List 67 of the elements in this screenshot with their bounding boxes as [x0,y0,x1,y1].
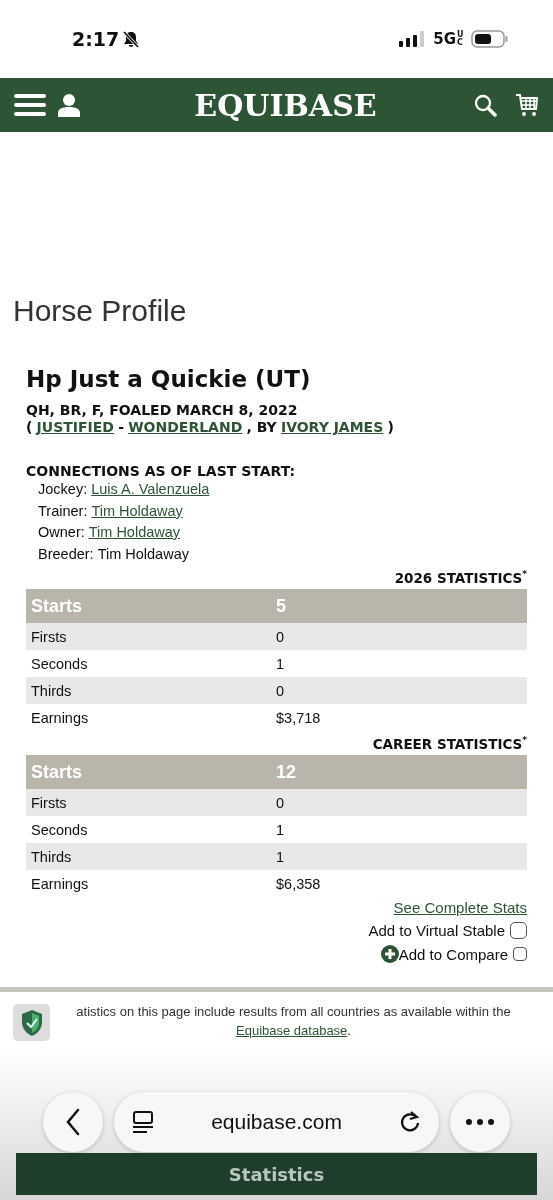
table-cell-text: 1 [275,821,286,838]
pedigree-link[interactable]: WONDERLAND [128,419,243,435]
address-bar[interactable]: equibase.com [114,1092,439,1152]
plus-icon [380,945,399,963]
header-cell-text: 5 [275,595,287,617]
table-cell-text: Earnings [30,709,90,726]
connection-value: Tim Holdaway [97,544,189,564]
connections-heading: CONNECTIONS AS OF LAST START: [26,463,297,479]
table-cell-text: 0 [275,794,286,811]
pedigree-text: ) [387,419,394,435]
table-cell-text: Seconds [30,821,89,838]
pedigree-text: , BY [246,419,277,435]
reload-icon[interactable] [399,1110,421,1134]
table-cell-text: 1 [275,848,286,865]
table-cell-text: Thirds [30,848,73,865]
connection-link[interactable]: Luis A. Valenzuela [91,479,210,501]
user-icon[interactable] [58,93,80,117]
header-cell-text: Starts [30,761,84,783]
table-cell-text: Firsts [30,628,68,645]
footnote-text: atistics on this page include results from all countries as available within the Equibase database. [76,1004,511,1038]
table-cell-text: Thirds [30,682,73,699]
horse-summary: QH, BR, F, FOALED MARCH 8, 2022 [26,402,299,418]
header-cell-text: 12 [275,761,298,783]
horse-name: Hp Just a Quickie (UT) [26,366,312,392]
connection-label: Trainer: [38,501,88,521]
page-title: Horse Profile [13,294,188,328]
pedigree-text: ( [26,419,33,435]
url-text: equibase.com [210,1110,343,1134]
pedigree-text: - [118,419,124,435]
statistics-heading: 2026 STATISTICS$^{*}$ [393,569,527,588]
connection-link[interactable]: Tim Holdaway [91,500,183,522]
table-cell-text: 0 [275,682,286,699]
statistics-button[interactable]: Statistics [16,1153,537,1195]
more-button[interactable] [450,1092,510,1152]
connection-link[interactable]: Tim Holdaway [88,522,181,544]
checkbox-label: Add to Virtual Stable [368,922,505,939]
table-cell-text: 0 [275,628,286,645]
table-cell-text: $6,358 [275,875,322,892]
chevron-left-icon [65,1108,81,1136]
table-cell-text: Firsts [30,794,68,811]
header-cell-text: Starts [30,595,84,617]
table-cell-text: Earnings [30,875,90,892]
complete-stats-link[interactable]: See Complete Stats [393,899,527,916]
more-icon [465,1118,495,1126]
compare-checkbox[interactable] [513,947,527,961]
connection-label: Jockey: [38,480,88,499]
cart-icon[interactable] [515,93,539,117]
status-time: 2:17 [72,28,120,50]
connection-label: Breeder: [38,544,94,564]
search-icon[interactable] [474,93,497,117]
table-cell-text: Seconds [30,655,89,672]
connection-label: Owner: [38,523,85,542]
battery-icon [471,30,509,48]
reader-icon[interactable] [132,1110,154,1134]
pedigree-link[interactable]: JUSTIFIED [36,419,114,435]
virtual-stable-checkbox[interactable] [510,922,527,939]
table-cell-text: 1 [275,655,286,672]
pedigree-link[interactable]: IVORY JAMES [280,419,384,435]
back-button[interactable] [43,1092,103,1152]
signal-icon [399,31,426,47]
menu-icon[interactable] [14,93,46,117]
site-logo[interactable]: EQUIBASE [124,87,447,123]
statistics-heading: CAREER STATISTICS$^{*}$ [371,735,527,754]
shield-icon[interactable] [13,1004,50,1041]
bell-muted-icon [123,30,140,48]
table-cell-text: $3,718 [275,709,322,726]
checkbox-label: Add to Compare [398,945,508,963]
